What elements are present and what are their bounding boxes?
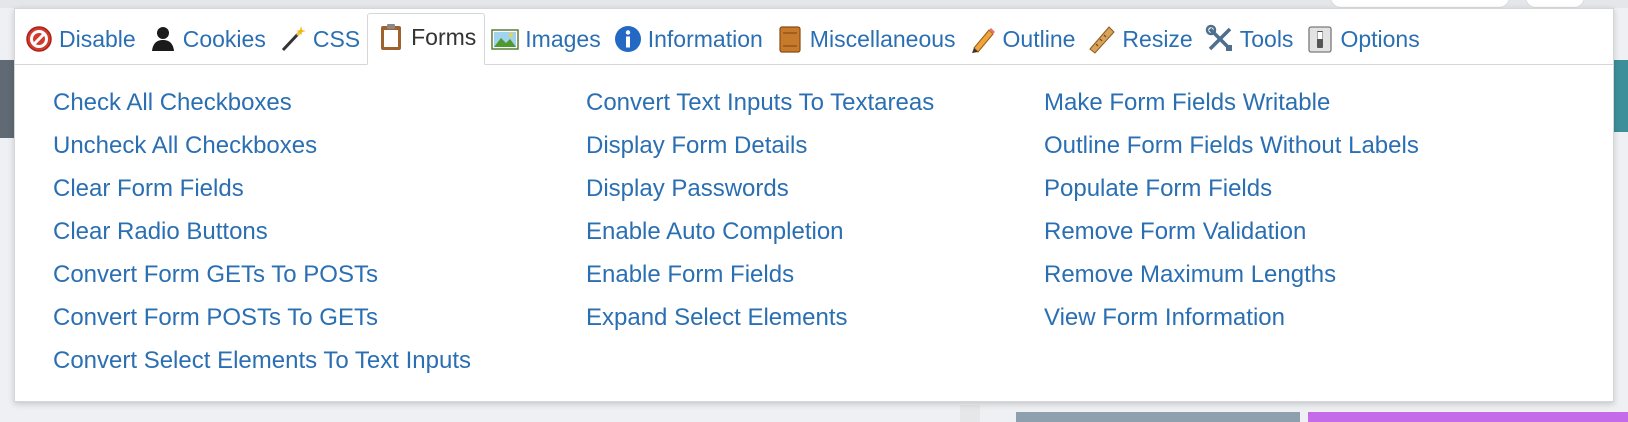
web-developer-popup: Disable Cookies CSS Forms Images Informa… xyxy=(14,8,1614,402)
tools-icon xyxy=(1205,24,1235,54)
tab-information[interactable]: Information xyxy=(608,18,770,64)
background-right-panel xyxy=(1614,60,1628,132)
tab-miscellaneous[interactable]: Miscellaneous xyxy=(770,18,963,64)
images-icon xyxy=(490,24,520,54)
tab-resize[interactable]: Resize xyxy=(1082,18,1199,64)
toolbar-tabs: Disable Cookies CSS Forms Images Informa… xyxy=(15,9,1613,65)
tab-disable[interactable]: Disable xyxy=(19,18,143,64)
tab-label: Information xyxy=(647,25,763,52)
tab-options[interactable]: Options xyxy=(1300,18,1426,64)
display-form-details-link[interactable]: Display Form Details xyxy=(586,132,934,175)
convert-text-inputs-to-textareas-link[interactable]: Convert Text Inputs To Textareas xyxy=(586,89,934,132)
tab-forms[interactable]: Forms xyxy=(367,13,486,65)
populate-form-fields-link[interactable]: Populate Form Fields xyxy=(1044,175,1419,218)
make-form-fields-writable-link[interactable]: Make Form Fields Writable xyxy=(1044,89,1419,132)
convert-gets-to-posts-link[interactable]: Convert Form GETs To POSTs xyxy=(53,261,471,304)
uncheck-all-checkboxes-link[interactable]: Uncheck All Checkboxes xyxy=(53,132,471,175)
view-form-information-link[interactable]: View Form Information xyxy=(1044,304,1419,347)
menu-column: Make Form Fields Writable Outline Form F… xyxy=(1044,89,1419,347)
background-pill xyxy=(1330,0,1510,8)
tab-cookies[interactable]: Cookies xyxy=(143,18,273,64)
tab-css[interactable]: CSS xyxy=(273,18,367,64)
tab-label: Outline xyxy=(1002,25,1076,52)
outline-fields-without-labels-link[interactable]: Outline Form Fields Without Labels xyxy=(1044,132,1419,175)
remove-form-validation-link[interactable]: Remove Form Validation xyxy=(1044,218,1419,261)
information-icon xyxy=(613,24,643,54)
tab-images[interactable]: Images xyxy=(485,18,607,64)
background-left-text xyxy=(0,150,14,230)
enable-auto-completion-link[interactable]: Enable Auto Completion xyxy=(586,218,934,261)
expand-select-elements-link[interactable]: Expand Select Elements xyxy=(586,304,934,347)
tab-label: Resize xyxy=(1122,25,1193,52)
check-all-checkboxes-link[interactable]: Check All Checkboxes xyxy=(53,89,471,132)
tab-label: Options xyxy=(1340,25,1420,52)
tab-outline[interactable]: Outline xyxy=(963,18,1083,64)
resize-ruler-icon xyxy=(1087,24,1117,54)
background-bottom-block xyxy=(1016,412,1300,422)
background-pill xyxy=(1525,0,1585,8)
tab-label: Disable xyxy=(59,25,136,52)
convert-selects-to-text-inputs-link[interactable]: Convert Select Elements To Text Inputs xyxy=(53,347,471,390)
disable-icon xyxy=(24,24,54,54)
clear-form-fields-link[interactable]: Clear Form Fields xyxy=(53,175,471,218)
convert-posts-to-gets-link[interactable]: Convert Form POSTs To GETs xyxy=(53,304,471,347)
css-wand-icon xyxy=(278,24,308,54)
tab-label: Images xyxy=(525,25,601,52)
remove-maximum-lengths-link[interactable]: Remove Maximum Lengths xyxy=(1044,261,1419,304)
tab-label: Cookies xyxy=(182,25,266,52)
outline-pencil-icon xyxy=(968,24,998,54)
cookies-icon xyxy=(148,24,178,54)
background-divider xyxy=(960,405,980,422)
clear-radio-buttons-link[interactable]: Clear Radio Buttons xyxy=(53,218,471,261)
background-left-panel xyxy=(0,60,14,138)
forms-clipboard-icon xyxy=(376,22,406,52)
tab-label: Tools xyxy=(1239,25,1294,52)
options-switch-icon xyxy=(1305,24,1335,54)
tab-tools[interactable]: Tools xyxy=(1200,18,1301,64)
tab-label: CSS xyxy=(312,25,361,52)
menu-column: Check All Checkboxes Uncheck All Checkbo… xyxy=(53,89,471,390)
miscellaneous-icon xyxy=(775,24,805,54)
display-passwords-link[interactable]: Display Passwords xyxy=(586,175,934,218)
enable-form-fields-link[interactable]: Enable Form Fields xyxy=(586,261,934,304)
background-bottom-block xyxy=(1308,412,1628,422)
tab-label: Miscellaneous xyxy=(809,25,956,52)
menu-column: Convert Text Inputs To Textareas Display… xyxy=(586,89,934,347)
tab-label: Forms xyxy=(411,23,477,50)
